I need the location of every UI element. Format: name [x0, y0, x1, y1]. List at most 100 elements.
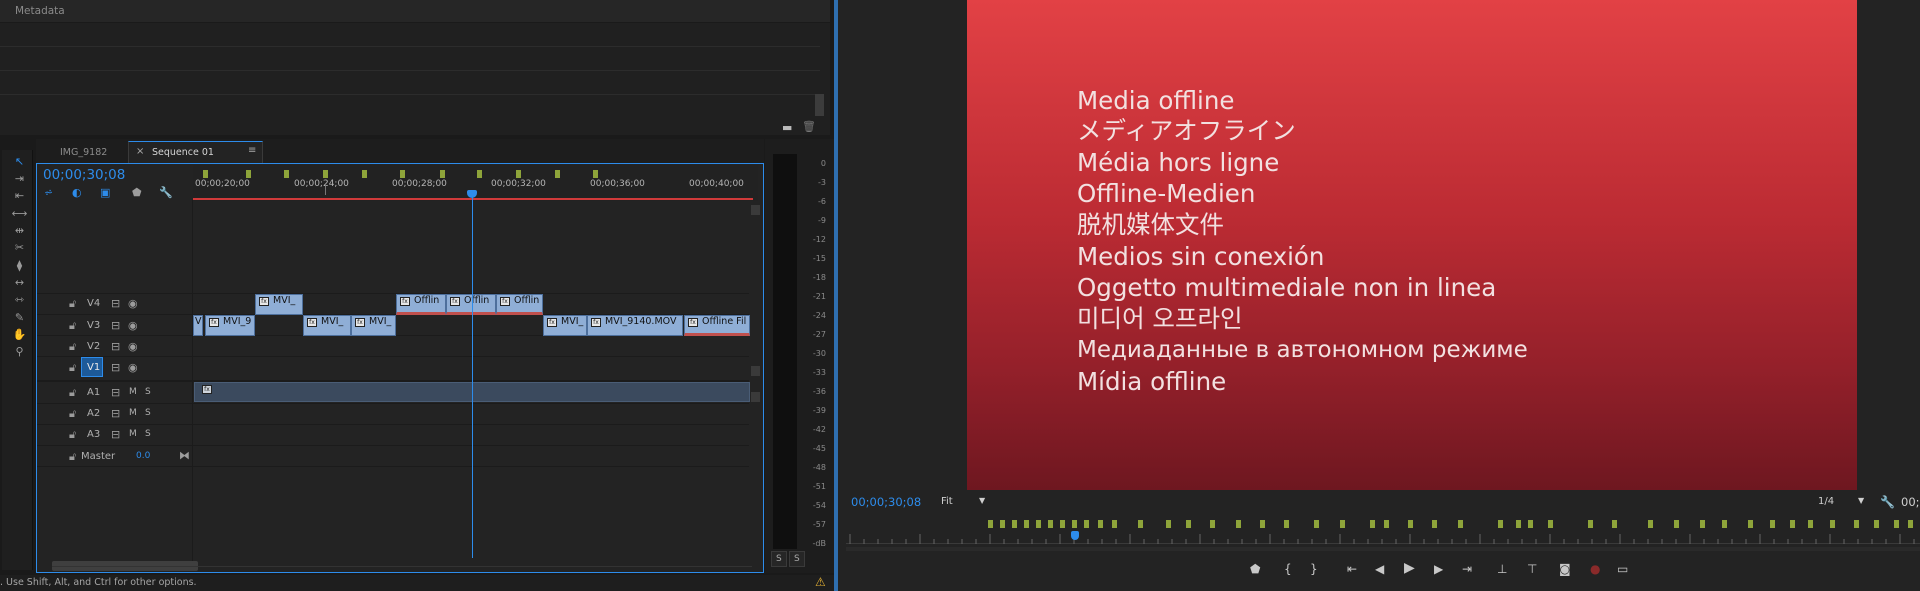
clip-offline[interactable]: fx Offlin: [496, 294, 543, 315]
add-marker-icon[interactable]: ▣: [100, 187, 110, 198]
marker[interactable]: [1830, 520, 1835, 528]
marker[interactable]: [1260, 520, 1265, 528]
sync-lock-icon[interactable]: ⊟: [111, 387, 120, 398]
metadata-scrollbar[interactable]: [815, 94, 824, 116]
selection-tool-icon[interactable]: ↖: [11, 154, 28, 169]
razor-tool-icon[interactable]: ✂: [11, 240, 28, 255]
pen-tool-icon[interactable]: ✎: [11, 310, 28, 325]
add-marker-icon[interactable]: ⬟: [1250, 562, 1260, 576]
tab-sequence-01[interactable]: × Sequence 01 ≡: [128, 141, 263, 164]
work-area-bar[interactable]: [193, 198, 753, 200]
marker[interactable]: [1722, 520, 1727, 528]
clip[interactable]: fx MVI_: [543, 315, 587, 336]
monitor-playhead[interactable]: [1071, 531, 1079, 540]
marker[interactable]: [1748, 520, 1753, 528]
marker[interactable]: [1166, 520, 1171, 528]
lock-icon[interactable]: 🔓︎: [69, 298, 76, 309]
go-to-out-icon[interactable]: ⇥: [1462, 562, 1472, 576]
hand-tool-icon[interactable]: ✋: [11, 327, 28, 342]
marker[interactable]: [1874, 520, 1879, 528]
audio-meter-solo[interactable]: S: [789, 551, 805, 567]
eye-icon[interactable]: ◉: [128, 320, 138, 331]
slide-tool-alt-icon[interactable]: ⇿: [11, 292, 28, 307]
marker[interactable]: [477, 170, 482, 178]
clip-offline[interactable]: fx Offlin: [446, 294, 496, 315]
zoom-select[interactable]: Fit ▼: [936, 494, 991, 510]
export-frame-icon[interactable]: ◙: [1559, 562, 1571, 576]
marker[interactable]: [1528, 520, 1533, 528]
lock-icon[interactable]: 🔓︎: [69, 320, 76, 331]
marker[interactable]: [400, 170, 405, 178]
clip[interactable]: V: [193, 315, 203, 336]
marker[interactable]: [1370, 520, 1375, 528]
clip[interactable]: fx MVI_: [303, 315, 351, 336]
marker[interactable]: [323, 170, 328, 178]
slip-tool-icon[interactable]: ⧫: [11, 258, 28, 273]
marker[interactable]: [203, 170, 208, 178]
marker[interactable]: [1072, 520, 1077, 528]
track-select-tool-icon[interactable]: ⇥: [11, 171, 28, 186]
solo-button[interactable]: S: [145, 382, 151, 403]
clip-offline[interactable]: fx Offlin: [396, 294, 446, 315]
marker-icon[interactable]: ⬟: [132, 187, 142, 198]
clip[interactable]: fx MVI_: [255, 294, 303, 315]
marker[interactable]: [1314, 520, 1319, 528]
rate-stretch-tool-icon[interactable]: ⇹: [11, 223, 28, 238]
lock-icon[interactable]: 🔓︎: [69, 451, 76, 462]
close-icon[interactable]: ×: [136, 146, 144, 157]
wrench-icon[interactable]: 🔧: [1880, 496, 1895, 508]
timeline-vscroll[interactable]: [751, 205, 760, 215]
master-pan-icon[interactable]: ⧓: [179, 450, 190, 461]
marker[interactable]: [1036, 520, 1041, 528]
sync-lock-icon[interactable]: ⊟: [111, 408, 120, 419]
lock-icon[interactable]: 🔓︎: [69, 408, 76, 419]
marker[interactable]: [1012, 520, 1017, 528]
resolution-select[interactable]: 1/4 ▼: [1812, 494, 1870, 510]
record-icon[interactable]: ●: [1590, 562, 1600, 576]
marker[interactable]: [1648, 520, 1653, 528]
marker[interactable]: [246, 170, 251, 178]
zoom-tool-icon[interactable]: ⚲: [11, 344, 28, 359]
clip[interactable]: fx MVI_: [351, 315, 396, 336]
play-icon[interactable]: ▶: [1404, 560, 1415, 576]
marker[interactable]: [1432, 520, 1437, 528]
lock-icon[interactable]: 🔓︎: [69, 387, 76, 398]
marker[interactable]: [1210, 520, 1215, 528]
marker[interactable]: [1048, 520, 1053, 528]
lift-icon[interactable]: ⊥: [1497, 562, 1507, 576]
marker[interactable]: [516, 170, 521, 178]
marker[interactable]: [555, 170, 560, 178]
marker[interactable]: [1112, 520, 1117, 528]
marker[interactable]: [1408, 520, 1413, 528]
marker[interactable]: [1186, 520, 1191, 528]
timeline-vscroll[interactable]: [751, 366, 760, 376]
master-volume-value[interactable]: 0.0: [136, 446, 150, 467]
marker[interactable]: [1516, 520, 1521, 528]
marker[interactable]: [362, 170, 367, 178]
marker[interactable]: [1908, 520, 1913, 528]
new-bin-icon[interactable]: ▬: [782, 122, 792, 133]
eye-icon[interactable]: ◉: [128, 298, 138, 309]
marker[interactable]: [1084, 520, 1089, 528]
marker[interactable]: [1024, 520, 1029, 528]
monitor-scrollbar[interactable]: [846, 547, 1920, 551]
mute-button[interactable]: M: [129, 424, 137, 445]
mark-out-icon[interactable]: }: [1310, 562, 1318, 576]
clip[interactable]: fx MVI_9140.MOV: [587, 315, 683, 336]
timeline-timecode[interactable]: 00;00;30;08: [43, 167, 125, 183]
marker[interactable]: [1098, 520, 1103, 528]
marker[interactable]: [1498, 520, 1503, 528]
mute-button[interactable]: M: [129, 382, 137, 403]
sync-lock-icon[interactable]: ⊟: [111, 341, 120, 352]
marker[interactable]: [1000, 520, 1005, 528]
marker[interactable]: [1284, 520, 1289, 528]
sync-lock-icon[interactable]: ⊟: [111, 298, 120, 309]
clip[interactable]: fx MVI_9: [205, 315, 255, 336]
marker[interactable]: [284, 170, 289, 178]
panel-menu-icon[interactable]: ≡: [248, 145, 256, 156]
clip-offline[interactable]: fx Offline Fil: [684, 315, 750, 336]
marker[interactable]: [1548, 520, 1553, 528]
lock-icon[interactable]: 🔓︎: [69, 341, 76, 352]
lock-icon[interactable]: 🔓︎: [69, 362, 76, 373]
marker[interactable]: [1138, 520, 1143, 528]
